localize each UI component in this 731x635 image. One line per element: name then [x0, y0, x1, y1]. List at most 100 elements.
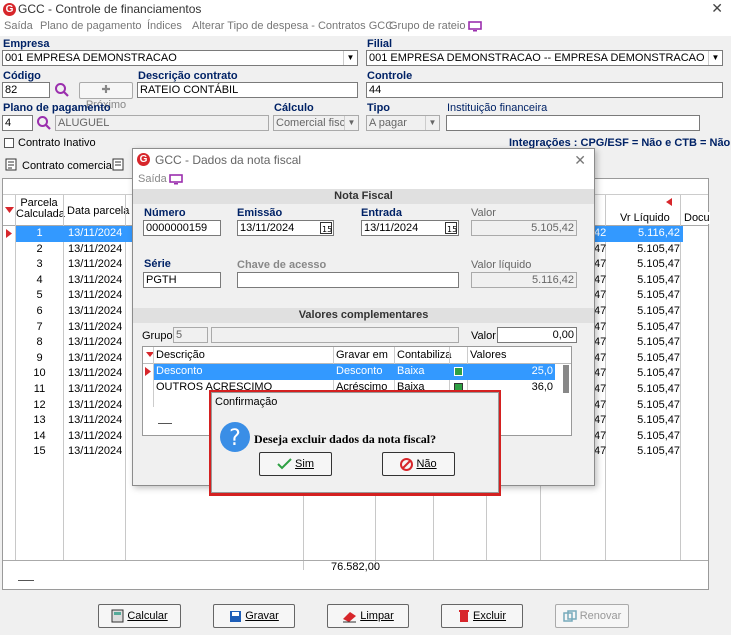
filial-value: 001 EMPRESA DEMONSTRACAO -- EMPRESA DEMO… — [369, 52, 705, 64]
cell-partial: 47 — [594, 242, 606, 255]
vc-col-valores[interactable]: Valores — [470, 349, 506, 361]
instituicao-input[interactable] — [446, 115, 700, 131]
cell-vl-liquido: 5.105,47 — [637, 242, 680, 255]
entrada-input[interactable]: 13/11/2024 15 — [361, 220, 459, 236]
calculo-label: Cálculo — [274, 102, 314, 114]
menu-grupo-rateio[interactable]: Grupo de rateio — [389, 20, 465, 32]
limpar-button[interactable]: Limpar — [327, 604, 409, 628]
renovar-label: Renovar — [579, 610, 622, 622]
cell-parcela: 12 — [33, 398, 46, 411]
col-header-data[interactable]: Data parcela — [67, 205, 130, 217]
calcular-button[interactable]: Calcular — [98, 604, 181, 628]
eraser-icon — [343, 611, 357, 623]
vc-row[interactable]: Desconto Desconto Baixa 25,0 — [143, 364, 561, 380]
search-icon[interactable] — [36, 115, 52, 131]
serie-label: Série — [144, 258, 171, 270]
menu-alterar-tipo[interactable]: Alterar Tipo de despesa - Contratos GCC — [192, 20, 393, 32]
cell-parcela: 1 — [36, 227, 43, 239]
descricao-input[interactable]: RATEIO CONTÁBIL — [137, 82, 358, 98]
col-header-docu[interactable]: Docu — [684, 212, 710, 224]
cell-data: 13/11/2024 — [68, 227, 123, 239]
sim-button[interactable]: Sim — [259, 452, 332, 476]
inativo-checkbox[interactable] — [4, 138, 14, 148]
calendar-icon[interactable]: 15 — [320, 222, 332, 234]
chevron-down-icon[interactable]: ▼ — [425, 116, 439, 130]
cell-partial: 47 — [594, 305, 606, 317]
col-header-parcela[interactable]: Parcela Calculada — [16, 198, 65, 220]
filial-label: Filial — [367, 38, 393, 50]
close-icon[interactable]: ✕ — [711, 0, 723, 17]
menu-plano-pagamento[interactable]: Plano de pagamento — [40, 20, 142, 32]
controle-input[interactable]: 44 — [366, 82, 723, 98]
grupo-input[interactable]: 5 — [173, 327, 208, 343]
chevron-down-icon[interactable]: ▼ — [343, 51, 357, 65]
cell-data: 13/11/2024 — [68, 305, 123, 317]
menu-saida[interactable]: Saída — [4, 20, 33, 32]
cell-partial: 47 — [594, 367, 606, 380]
cell-partial: 47 — [594, 258, 606, 271]
vc-section-header: Valores complementares — [133, 308, 594, 323]
chevron-down-icon[interactable]: ▼ — [344, 116, 358, 130]
vc-col-gravar-em[interactable]: Gravar em — [336, 349, 388, 361]
tipo-select[interactable]: A pagar ▼ — [366, 115, 440, 131]
nao-button[interactable]: Não — [382, 452, 455, 476]
nf-menu-saida[interactable]: Saída — [138, 173, 167, 185]
vc-checkbox[interactable] — [454, 367, 463, 376]
excluir-label: Excluir — [473, 610, 507, 622]
search-icon[interactable] — [54, 82, 70, 98]
controle-label: Controle — [367, 70, 413, 82]
inativo-label: Contrato Inativo — [18, 137, 96, 149]
filial-select[interactable]: 001 EMPRESA DEMONSTRACAO -- EMPRESA DEMO… — [366, 50, 723, 66]
emissao-value: 13/11/2024 — [240, 222, 295, 234]
vc-scrollbar[interactable] — [563, 365, 569, 393]
calculo-select[interactable]: Comercial fiscal ▼ — [273, 115, 359, 131]
grid-scroll-handle[interactable] — [18, 580, 34, 581]
cell-partial: 47 — [594, 445, 606, 458]
numero-label: Número — [144, 207, 186, 219]
entrada-label: Entrada — [361, 207, 402, 219]
proximo-button[interactable]: ✚ Próximo — [79, 82, 133, 111]
chevron-down-icon[interactable]: ▼ — [708, 51, 722, 65]
cell-vl-liquido: 5.105,47 — [637, 414, 680, 427]
cell-parcela: 14 — [33, 429, 46, 442]
sort-down-icon[interactable] — [5, 207, 14, 213]
gravar-button[interactable]: Gravar — [213, 604, 295, 628]
grid-total: 76.582,00 — [331, 561, 380, 573]
emissao-input[interactable]: 13/11/2024 15 — [237, 220, 334, 236]
col-header-vl-liquido[interactable]: Vr Líquido — [620, 212, 670, 224]
close-icon[interactable]: ✕ — [574, 152, 586, 169]
title-bar: G GCC - Controle de financiamentos ✕ — [0, 0, 731, 18]
vc-col-descricao[interactable]: Descrição — [156, 349, 205, 361]
monitor-icon[interactable] — [468, 21, 482, 32]
row-pointer-icon — [145, 367, 151, 376]
menu-indices[interactable]: Índices — [147, 20, 182, 32]
calcular-label: Calcular — [127, 610, 168, 622]
cell-vl-liquido: 5.105,47 — [637, 273, 680, 286]
numero-input[interactable]: 0000000159 — [143, 220, 221, 236]
vc-col-contabiliza[interactable]: Contabiliza — [397, 349, 451, 361]
serie-input[interactable]: PGTH — [143, 272, 221, 288]
cell-partial: 47 — [594, 320, 606, 333]
tab-contrato-comercial[interactable]: Contrato comercial — [22, 160, 114, 172]
excluir-button[interactable]: Excluir — [441, 604, 523, 628]
calendar-icon[interactable]: 15 — [445, 222, 457, 234]
vc-valor-input[interactable]: 0,00 — [497, 327, 577, 343]
window-title: GCC - Controle de financiamentos — [18, 2, 202, 16]
cell-parcela: 7 — [36, 320, 43, 333]
entrada-value: 13/11/2024 — [364, 222, 419, 234]
valor-liquido-label: Valor líquido — [471, 259, 532, 271]
chave-input[interactable] — [237, 272, 459, 288]
renovar-button[interactable]: Renovar — [555, 604, 629, 628]
plano-name-input: ALUGUEL — [55, 115, 269, 131]
chevron-left-icon[interactable] — [666, 198, 672, 206]
grupo-label: Grupo — [142, 330, 173, 342]
codigo-input[interactable]: 82 — [2, 82, 50, 98]
cell-vl-liquido: 5.105,47 — [637, 336, 680, 349]
cell-parcela: 4 — [36, 273, 43, 286]
empresa-select[interactable]: 001 EMPRESA DEMONSTRACAO ▼ — [2, 50, 358, 66]
svg-text:15: 15 — [322, 225, 332, 234]
monitor-icon[interactable] — [169, 174, 183, 185]
plano-code-input[interactable]: 4 — [2, 115, 33, 131]
cell-parcela: 3 — [36, 258, 43, 271]
cell-data: 13/11/2024 — [68, 242, 123, 255]
